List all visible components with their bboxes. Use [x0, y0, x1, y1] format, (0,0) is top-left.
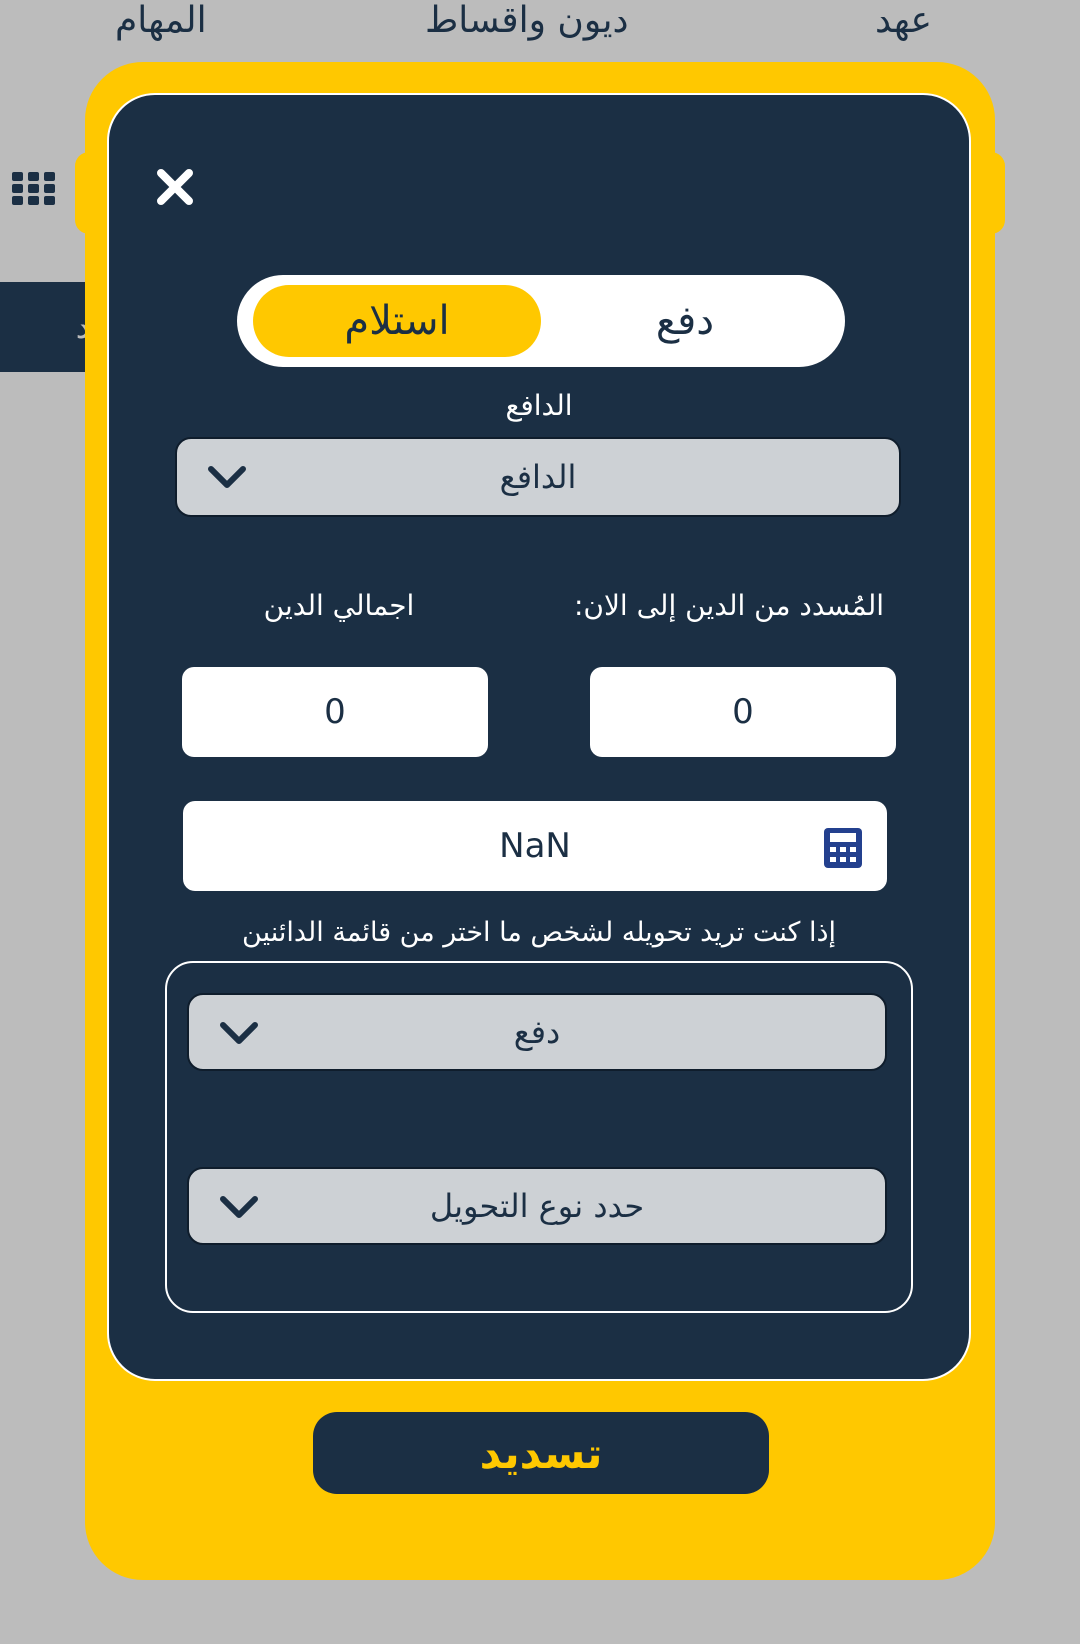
close-icon[interactable] [155, 167, 195, 207]
transfer-hint: إذا كنت تريد تحويله لشخص ما اختر من قائم… [242, 917, 836, 948]
tab-custody[interactable]: عهد [875, 0, 932, 41]
chevron-down-icon [208, 466, 246, 488]
tab-tasks[interactable]: المهام [115, 0, 207, 41]
settle-button[interactable]: تسديد [313, 1412, 769, 1494]
total-debt-input[interactable]: 0 [182, 667, 488, 757]
payer-label: الدافع [505, 389, 573, 422]
calculator-icon[interactable] [823, 827, 863, 869]
payer-select[interactable]: الدافع [175, 437, 901, 517]
grid-menu-icon[interactable] [12, 172, 56, 206]
chevron-down-icon [220, 1022, 258, 1044]
amount-field[interactable]: NaN [183, 801, 887, 891]
pay-receive-toggle: استلام دفع [237, 275, 845, 367]
chevron-down-icon [220, 1196, 258, 1218]
creditor-select[interactable]: دفع [187, 993, 887, 1071]
toggle-receive[interactable]: استلام [253, 285, 541, 357]
tab-debts-installments[interactable]: ديون واقساط [425, 0, 629, 41]
paid-so-far-label: المُسدد من الدين إلى الان: [573, 589, 885, 622]
amount-value: NaN [499, 826, 571, 866]
toggle-pay[interactable]: دفع [541, 285, 829, 357]
paid-so-far-input[interactable]: 0 [590, 667, 896, 757]
transfer-section: دفع حدد نوع التحويل [165, 961, 913, 1313]
total-debt-label: اجمالي الدين [263, 589, 415, 622]
payment-modal: استلام دفع الدافع الدافع المُسدد من الدي… [85, 62, 995, 1580]
creditor-select-value: دفع [513, 1013, 561, 1051]
payer-select-value: الدافع [499, 458, 577, 496]
modal-panel: استلام دفع الدافع الدافع المُسدد من الدي… [107, 93, 971, 1381]
transfer-type-select-value: حدد نوع التحويل [429, 1187, 645, 1225]
transfer-type-select[interactable]: حدد نوع التحويل [187, 1167, 887, 1245]
